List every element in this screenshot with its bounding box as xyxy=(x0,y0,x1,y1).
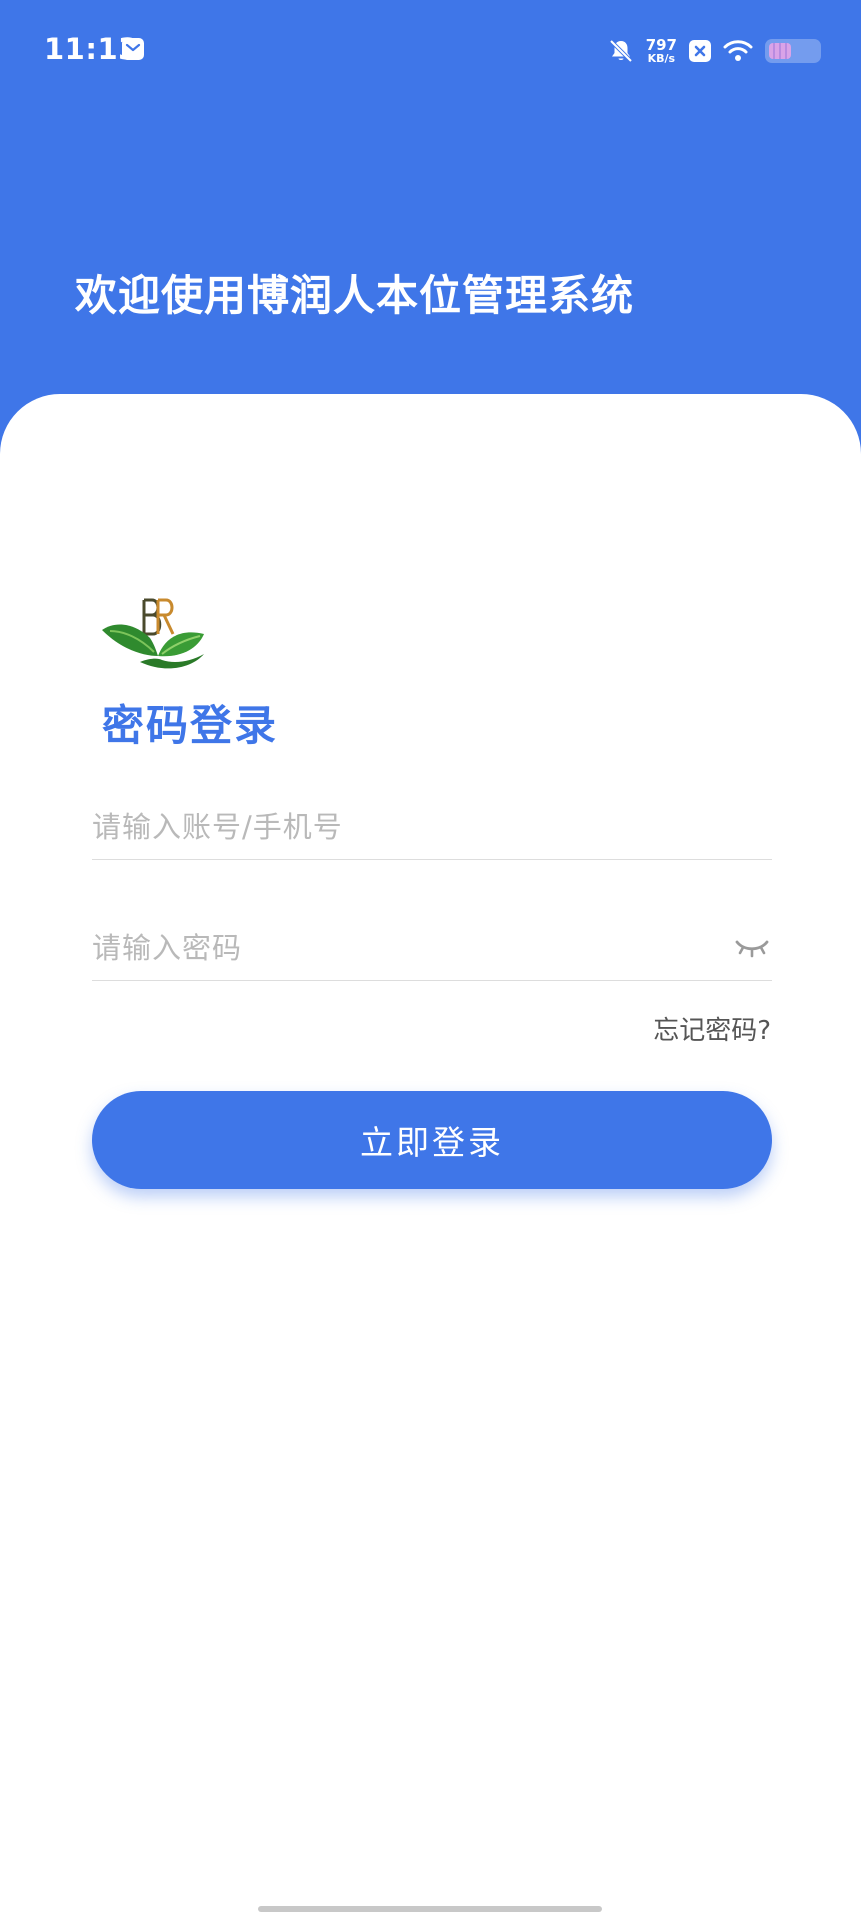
account-field xyxy=(92,797,772,860)
bell-off-icon xyxy=(609,39,633,63)
account-input[interactable] xyxy=(92,797,692,857)
company-logo xyxy=(102,598,204,669)
password-field xyxy=(92,918,772,981)
mail-icon xyxy=(122,38,144,60)
welcome-title: 欢迎使用博润人本位管理系统 xyxy=(75,271,635,320)
net-speed: 797 KB/s xyxy=(645,36,677,65)
battery-fill xyxy=(769,43,791,59)
close-box-icon xyxy=(689,40,711,62)
net-speed-unit: KB/s xyxy=(647,52,676,65)
home-indicator[interactable] xyxy=(258,1906,602,1912)
status-bar: 11:13 797 KB/s xyxy=(0,0,861,100)
net-speed-value: 797 xyxy=(645,36,677,54)
eye-closed-icon[interactable] xyxy=(734,934,770,960)
password-input[interactable] xyxy=(92,918,692,978)
login-heading: 密码登录 xyxy=(102,701,279,750)
login-button[interactable]: 立即登录 xyxy=(92,1091,772,1189)
wifi-icon xyxy=(723,40,753,61)
battery-icon xyxy=(765,39,821,63)
forgot-password-link[interactable]: 忘记密码? xyxy=(653,1010,771,1047)
status-icons: 797 KB/s xyxy=(608,34,821,68)
